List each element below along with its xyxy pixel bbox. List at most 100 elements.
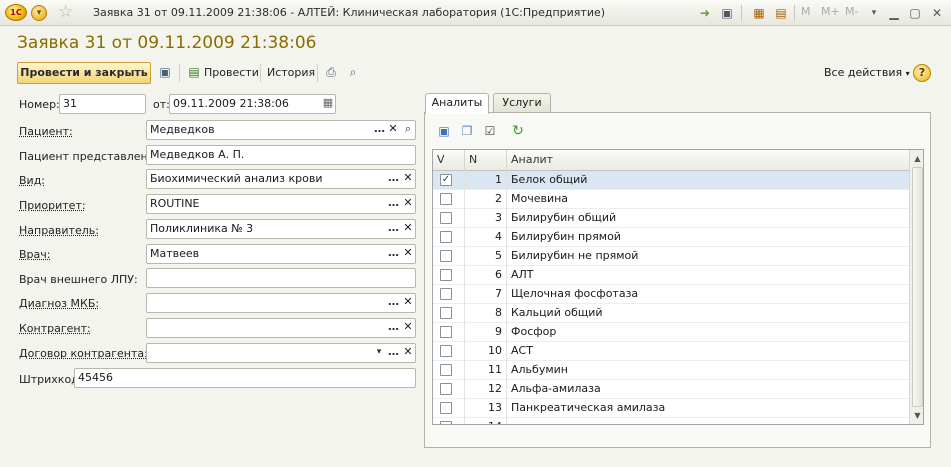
all-actions-menu[interactable]: Все действия ▾ <box>824 66 910 79</box>
calendar-icon[interactable]: ▤ <box>773 5 789 21</box>
favorite-star-icon[interactable]: ☆ <box>58 2 73 22</box>
table-row[interactable]: 13 Панкреатическая амилаза <box>433 399 909 418</box>
diagnosis-select-icon[interactable]: … <box>386 294 400 312</box>
table-row[interactable]: 4 Билирубин прямой <box>433 228 909 247</box>
referrer-clear-icon[interactable]: ✕ <box>401 220 415 238</box>
table-row[interactable]: 11 Альбумин <box>433 361 909 380</box>
table-row[interactable]: 9 Фосфор <box>433 323 909 342</box>
minimize-icon[interactable]: ▁ <box>886 5 902 21</box>
scroll-thumb[interactable] <box>912 167 923 407</box>
post-and-close-button[interactable]: Провести и закрыть <box>17 62 151 84</box>
contractor-select-icon[interactable]: … <box>386 319 400 337</box>
main-menu-icon[interactable]: ▾ <box>31 5 47 21</box>
number-field[interactable]: 31 <box>59 94 146 114</box>
row-checkbox[interactable] <box>440 326 452 338</box>
table-row[interactable]: 14 <box>433 418 909 424</box>
table-scrollbar[interactable]: ▲ ▼ <box>909 150 923 424</box>
app-logo-icon[interactable]: 1С <box>5 4 27 21</box>
save-icon[interactable]: ▣ <box>157 64 173 80</box>
table-row[interactable]: 7 Щелочная фосфотаза <box>433 285 909 304</box>
bookmark-icon[interactable]: ▣ <box>719 5 735 21</box>
row-checkbox[interactable] <box>440 269 452 281</box>
patient-select-icon[interactable]: … <box>372 121 386 139</box>
row-checkbox[interactable] <box>440 345 452 357</box>
page-title: Заявка 31 от 09.11.2009 21:38:06 <box>17 33 317 53</box>
patient-open-icon[interactable]: ⌕ <box>401 121 415 139</box>
diagnosis-clear-icon[interactable]: ✕ <box>401 294 415 312</box>
contract-clear-icon[interactable]: ✕ <box>401 344 415 362</box>
toolbar-separator <box>179 64 180 82</box>
post-button[interactable]: Провести <box>204 66 259 79</box>
date-field[interactable]: 09.11.2009 21:38:06 <box>169 94 336 114</box>
row-checkbox[interactable] <box>440 231 452 243</box>
memory-m-button[interactable]: M <box>801 5 811 18</box>
doctor-field[interactable]: Матвеев <box>146 244 416 264</box>
contractor-clear-icon[interactable]: ✕ <box>401 319 415 337</box>
row-checkbox[interactable] <box>440 307 452 319</box>
row-number: 1 <box>465 171 507 190</box>
doctor-select-icon[interactable]: … <box>386 245 400 263</box>
contractor-field[interactable] <box>146 318 416 338</box>
referrer-field[interactable]: Поликлиника № 3 <box>146 219 416 239</box>
scroll-down-icon[interactable]: ▼ <box>910 408 923 423</box>
help-icon[interactable]: ? <box>913 64 931 82</box>
doctor-clear-icon[interactable]: ✕ <box>401 245 415 263</box>
column-header-v[interactable]: V <box>433 150 465 171</box>
table-row[interactable]: 3 Билирубин общий <box>433 209 909 228</box>
uncheck-all-icon[interactable]: ❐ <box>458 123 476 139</box>
forward-arrow-icon[interactable]: ➜ <box>697 5 713 21</box>
row-checkbox[interactable] <box>440 193 452 205</box>
barcode-field[interactable]: 45456 <box>74 368 416 388</box>
row-checkbox[interactable]: ✓ <box>440 174 452 186</box>
table-row[interactable]: 10 АСТ <box>433 342 909 361</box>
column-header-analyte[interactable]: Аналит <box>507 150 909 171</box>
scroll-up-icon[interactable]: ▲ <box>910 151 923 166</box>
table-row[interactable]: ✓ 1 Белок общий <box>433 171 909 190</box>
column-header-n[interactable]: N <box>465 150 507 171</box>
calculator-icon[interactable]: ▦ <box>751 5 767 21</box>
kind-field[interactable]: Биохимический анализ крови <box>146 169 416 189</box>
ext-doctor-field[interactable] <box>146 268 416 288</box>
table-row[interactable]: 6 АЛТ <box>433 266 909 285</box>
tab-analytes[interactable]: Аналиты <box>425 93 489 114</box>
priority-clear-icon[interactable]: ✕ <box>401 195 415 213</box>
table-row[interactable]: 5 Билирубин не прямой <box>433 247 909 266</box>
row-check-cell <box>433 323 465 342</box>
row-checkbox[interactable] <box>440 364 452 376</box>
referrer-select-icon[interactable]: … <box>386 220 400 238</box>
row-checkbox[interactable] <box>440 250 452 262</box>
dropdown-arrow-icon[interactable]: ▾ <box>866 5 882 21</box>
row-checkbox[interactable] <box>440 402 452 414</box>
print-icon[interactable]: ⎙ <box>323 64 339 80</box>
preview-icon[interactable]: ⌕ <box>345 64 361 80</box>
kind-select-icon[interactable]: … <box>386 170 400 188</box>
refresh-icon[interactable]: ↻ <box>509 123 527 139</box>
table-row[interactable]: 2 Мочевина <box>433 190 909 209</box>
table-row[interactable]: 8 Кальций общий <box>433 304 909 323</box>
row-checkbox[interactable] <box>440 288 452 300</box>
contract-dropdown-icon[interactable]: ▾ <box>372 344 386 362</box>
calendar-picker-icon[interactable]: ▦ <box>321 95 335 113</box>
row-checkbox[interactable] <box>440 212 452 224</box>
memory-plus-button[interactable]: M+ <box>821 5 840 18</box>
window-titlebar: 1С ▾ ☆ Заявка 31 от 09.11.2009 21:38:06 … <box>0 0 951 26</box>
priority-field[interactable]: ROUTINE <box>146 194 416 214</box>
diagnosis-field[interactable] <box>146 293 416 313</box>
table-row[interactable]: 12 Альфа-амилаза <box>433 380 909 399</box>
priority-select-icon[interactable]: … <box>386 195 400 213</box>
tab-services[interactable]: Услуги <box>493 93 551 113</box>
contract-select-icon[interactable]: … <box>386 344 400 362</box>
check-all-icon[interactable]: ▣ <box>435 123 453 139</box>
row-checkbox[interactable] <box>440 421 452 424</box>
post-icon[interactable]: ▤ <box>186 64 202 80</box>
row-analyte-name: АЛТ <box>511 268 534 281</box>
maximize-icon[interactable]: ▢ <box>907 5 923 21</box>
history-button[interactable]: История <box>267 66 315 79</box>
invert-selection-icon[interactable]: ☑ <box>481 123 499 139</box>
row-checkbox[interactable] <box>440 383 452 395</box>
kind-clear-icon[interactable]: ✕ <box>401 170 415 188</box>
patient-clear-icon[interactable]: ✕ <box>386 121 400 139</box>
memory-minus-button[interactable]: M- <box>845 5 858 18</box>
close-icon[interactable]: ✕ <box>929 5 945 21</box>
patient-repr-field[interactable]: Медведков А. П. <box>146 145 416 165</box>
